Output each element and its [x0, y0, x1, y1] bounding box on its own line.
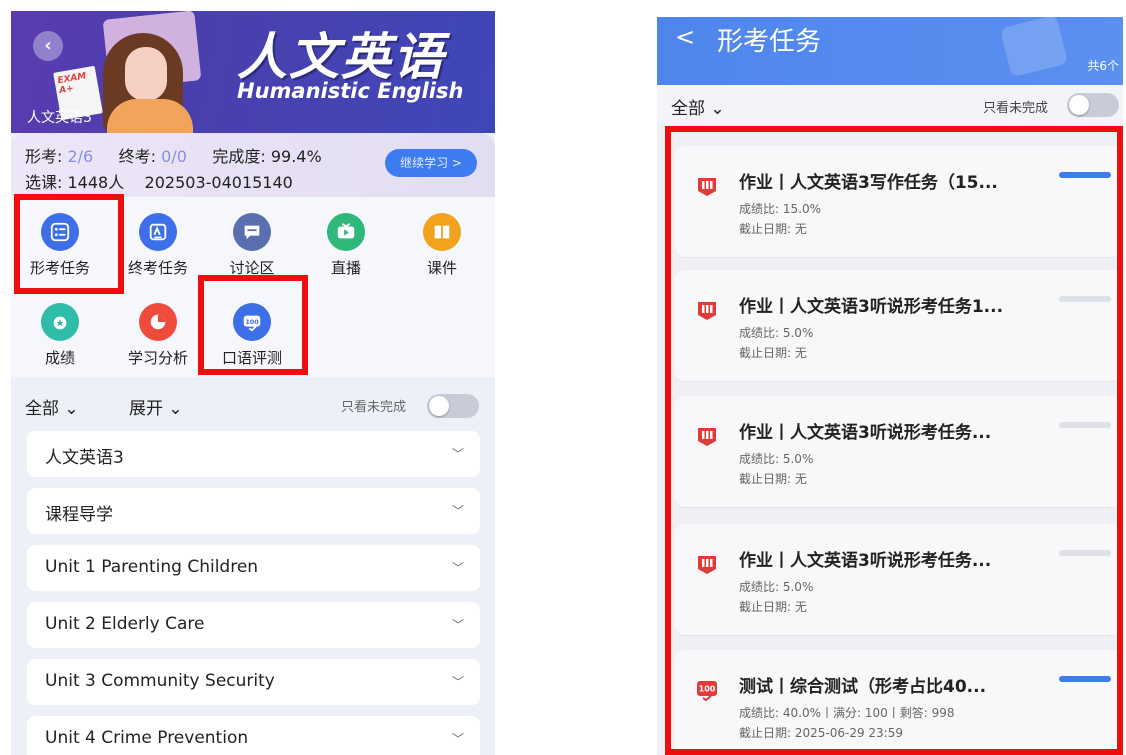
- banner-illustration-body: [107, 99, 193, 133]
- course-code: 202503-04015140: [144, 173, 293, 192]
- formative-tasks-screen: < 形考任务 共6个 全部 ⌄ 只看未完成 作业丨人文英语3写作任务（15...…: [657, 17, 1123, 755]
- unit-title: Unit 4 Crime Prevention: [45, 728, 249, 748]
- task-count: 共6个: [1087, 59, 1119, 73]
- tile-label: 直播: [330, 259, 361, 277]
- chevron-down-icon: ﹀: [451, 504, 464, 518]
- formative-value: 2/6: [67, 147, 94, 166]
- progress-stats: 形考: 2/6 终考: 0/0 完成度: 99.4%: [25, 143, 322, 167]
- chat-bubble-icon: [233, 213, 271, 251]
- enroll-info: 选课: 1448人 202503-04015140: [25, 169, 293, 193]
- highlight-box-task-list: [665, 126, 1123, 755]
- pie-chart-icon: [139, 303, 177, 341]
- unit-title: Unit 1 Parenting Children: [45, 557, 259, 577]
- chevron-down-icon: ﹀: [451, 561, 464, 575]
- unit-row[interactable]: 课程导学 ﹀: [27, 488, 480, 534]
- back-button[interactable]: <: [675, 23, 695, 51]
- filter-bar: 全部 ⌄ 展开 ⌄ 只看未完成: [11, 386, 495, 426]
- tile-discussion[interactable]: 讨论区: [207, 213, 297, 278]
- formative-label: 形考:: [25, 147, 68, 166]
- back-button[interactable]: ‹: [33, 31, 63, 61]
- unit-row[interactable]: Unit 1 Parenting Children ﹀: [27, 545, 480, 591]
- only-incomplete-label: 只看未完成: [341, 400, 407, 415]
- book-icon: [423, 213, 461, 251]
- completion-value: 99.4%: [270, 147, 322, 166]
- unit-title: Unit 2 Elderly Care: [45, 614, 205, 634]
- only-incomplete-toggle[interactable]: [427, 394, 479, 418]
- unit-title: Unit 3 Community Security: [45, 671, 275, 691]
- enroll-count: 选课: 1448人: [25, 173, 125, 192]
- medal-icon: [41, 303, 79, 341]
- page-title: 形考任务: [717, 27, 822, 57]
- unit-title: 人文英语3: [45, 448, 124, 468]
- tile-learning-analysis[interactable]: 学习分析: [113, 303, 203, 368]
- unit-list: 人文英语3 ﹀ 课程导学 ﹀ Unit 1 Parenting Children ﹀ …: [27, 431, 480, 755]
- tile-label: 课件: [426, 259, 457, 277]
- live-tv-icon: [327, 213, 365, 251]
- toggle-knob: [429, 396, 449, 416]
- course-home-screen: EXAM A+ ‹ 人文英语 Humanistic English 人文英语3 …: [11, 11, 495, 755]
- unit-row[interactable]: Unit 2 Elderly Care ﹀: [27, 602, 480, 648]
- tile-label: 学习分析: [127, 349, 188, 367]
- course-banner: EXAM A+ ‹ 人文英语 Humanistic English 人文英语3: [11, 11, 495, 133]
- filter-all-dropdown[interactable]: 全部 ⌄: [671, 94, 725, 119]
- filter-bar: 全部 ⌄ 只看未完成: [657, 85, 1123, 125]
- only-incomplete-toggle[interactable]: [1067, 93, 1119, 117]
- chevron-down-icon: ﹀: [451, 675, 464, 689]
- only-incomplete-label: 只看未完成: [983, 101, 1049, 116]
- continue-learning-button[interactable]: 继续学习 >: [385, 149, 477, 177]
- banner-subtitle: Humanistic English: [237, 79, 464, 103]
- filter-all-dropdown[interactable]: 全部 ⌄: [25, 394, 79, 419]
- unit-title: 课程导学: [45, 505, 113, 525]
- banner-illustration-face: [125, 47, 167, 101]
- tile-label: 终考任务: [127, 259, 188, 277]
- toggle-knob: [1069, 95, 1089, 115]
- unit-row[interactable]: 人文英语3 ﹀: [27, 431, 480, 477]
- tile-live[interactable]: 直播: [301, 213, 391, 278]
- highlight-box-formative-tasks: [14, 194, 124, 294]
- tile-courseware[interactable]: 课件: [397, 213, 487, 278]
- final-value: 0/0: [161, 147, 187, 166]
- expand-dropdown[interactable]: 展开 ⌄: [129, 394, 183, 419]
- chevron-down-icon: ﹀: [451, 447, 464, 461]
- exam-icon: [139, 213, 177, 251]
- chevron-left-icon: ‹: [44, 35, 52, 56]
- chevron-down-icon: ﹀: [451, 732, 464, 746]
- progress-card: 形考: 2/6 终考: 0/0 完成度: 99.4% 选课: 1448人 202…: [11, 133, 495, 197]
- course-name: 人文英语3: [27, 110, 92, 126]
- header-decoration: [999, 17, 1069, 78]
- chevron-down-icon: ﹀: [451, 618, 464, 632]
- page-header: < 形考任务 共6个: [657, 17, 1123, 85]
- tile-label: 成绩: [44, 349, 75, 367]
- tile-final-tasks[interactable]: 终考任务: [113, 213, 203, 278]
- chevron-left-icon: <: [675, 23, 696, 51]
- final-label: 终考:: [118, 147, 162, 166]
- unit-row[interactable]: Unit 4 Crime Prevention ﹀: [27, 716, 480, 755]
- highlight-box-speaking-assessment: [198, 275, 308, 375]
- tile-grades[interactable]: 成绩: [15, 303, 105, 368]
- unit-row[interactable]: Unit 3 Community Security ﹀: [27, 659, 480, 705]
- completion-label: 完成度:: [212, 147, 271, 166]
